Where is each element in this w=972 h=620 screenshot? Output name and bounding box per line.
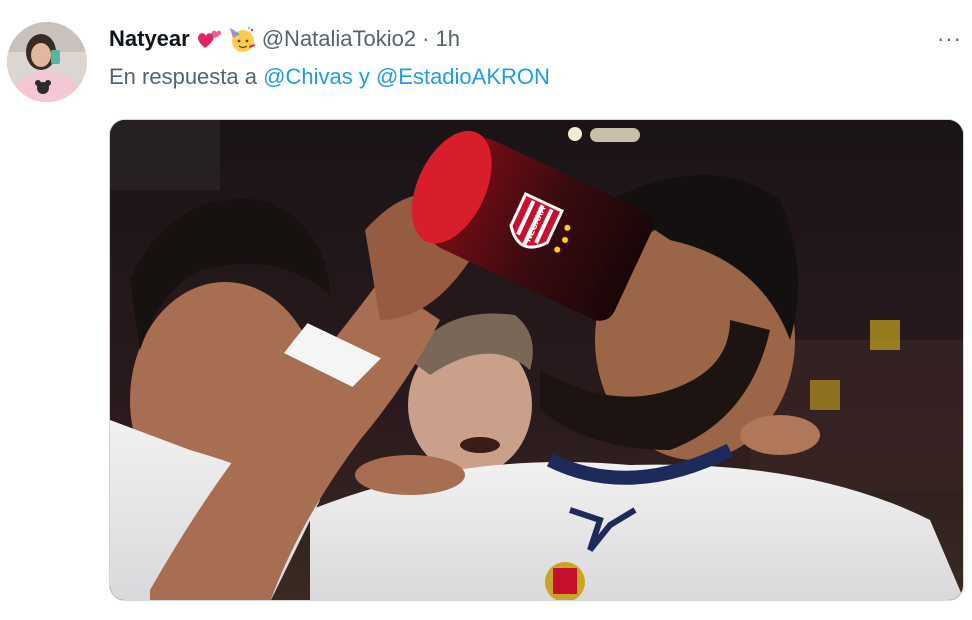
mention-conjunction: y — [358, 64, 370, 89]
post-image[interactable]: NECAXA — [109, 119, 964, 601]
mention-chivas[interactable]: @Chivas — [263, 64, 353, 89]
photo-drinking-player: NECAXA — [110, 120, 963, 600]
timestamp[interactable]: 1h — [435, 24, 459, 54]
separator-dot: · — [422, 26, 430, 51]
avatar-photo — [7, 22, 87, 102]
reply-prefix: En respuesta a — [109, 64, 257, 89]
handle[interactable]: @NataliaTokio2 — [262, 24, 416, 54]
two-hearts-icon — [196, 27, 222, 51]
mention-estadio-akron[interactable]: @EstadioAKRON — [376, 64, 550, 89]
display-name[interactable]: Natyear — [109, 24, 190, 54]
more-options-icon[interactable]: ··· — [937, 24, 962, 54]
post-header: Natyear @NataliaTokio2 · 1h — [109, 24, 460, 54]
party-face-icon — [228, 25, 256, 53]
reply-context: En respuesta a @Chivas y @EstadioAKRON — [109, 62, 550, 92]
avatar[interactable] — [7, 22, 87, 102]
